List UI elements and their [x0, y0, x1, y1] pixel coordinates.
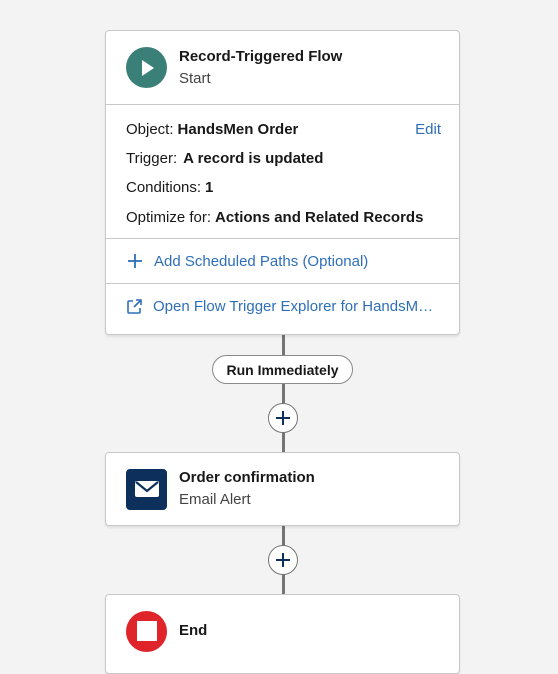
plus-icon [275, 552, 291, 568]
email-alert-node-title: Order confirmation [179, 469, 315, 486]
object-value: HandsMen Order [177, 120, 299, 138]
start-node-header[interactable]: Record-Triggered Flow Start [106, 31, 459, 104]
start-node-subtitle: Start [179, 69, 211, 87]
envelope-icon [126, 468, 167, 510]
open-flow-trigger-explorer-label: Open Flow Trigger Explorer for HandsMen … [153, 297, 439, 315]
add-scheduled-paths-link[interactable]: Add Scheduled Paths (Optional) [106, 238, 459, 283]
trigger-row: Trigger: A record is updated [126, 144, 439, 173]
conditions-value: 1 [205, 179, 214, 197]
play-icon [126, 47, 167, 88]
start-node-details: Object: HandsMen Order Edit Trigger: A r… [106, 104, 459, 238]
external-link-icon [126, 297, 143, 315]
optimize-row: Optimize for: Actions and Related Record… [126, 203, 439, 232]
start-node-card[interactable]: Record-Triggered Flow Start Object: Hand… [105, 30, 460, 335]
trigger-label: Trigger: [126, 149, 178, 167]
run-immediately-path-label[interactable]: Run Immediately [212, 355, 353, 384]
start-node-title: Record-Triggered Flow [179, 47, 343, 65]
end-node-card[interactable]: End [105, 594, 460, 674]
object-label: Object: [126, 120, 174, 138]
add-element-button[interactable] [268, 545, 298, 575]
email-alert-node-card[interactable]: Order confirmation Email Alert [105, 452, 460, 526]
email-alert-node-subtitle: Email Alert [179, 491, 251, 508]
optimize-value: Actions and Related Records [215, 208, 424, 226]
open-flow-trigger-explorer-link[interactable]: Open Flow Trigger Explorer for HandsMen … [106, 283, 459, 328]
plus-icon [126, 252, 144, 270]
stop-icon [126, 610, 167, 652]
trigger-value: A record is updated [183, 149, 324, 167]
add-element-button[interactable] [268, 403, 298, 433]
optimize-label: Optimize for: [126, 208, 212, 226]
conditions-label: Conditions: [126, 179, 202, 197]
plus-icon [275, 410, 291, 426]
connector-line-start [282, 334, 285, 454]
end-node-header[interactable]: End [106, 595, 459, 667]
edit-link[interactable]: Edit [415, 115, 441, 144]
add-scheduled-paths-label: Add Scheduled Paths (Optional) [154, 252, 369, 270]
end-node-title: End [179, 622, 208, 639]
email-alert-node-header[interactable]: Order confirmation Email Alert [106, 453, 459, 525]
object-row: Object: HandsMen Order [126, 115, 439, 144]
conditions-row: Conditions: 1 [126, 174, 439, 203]
